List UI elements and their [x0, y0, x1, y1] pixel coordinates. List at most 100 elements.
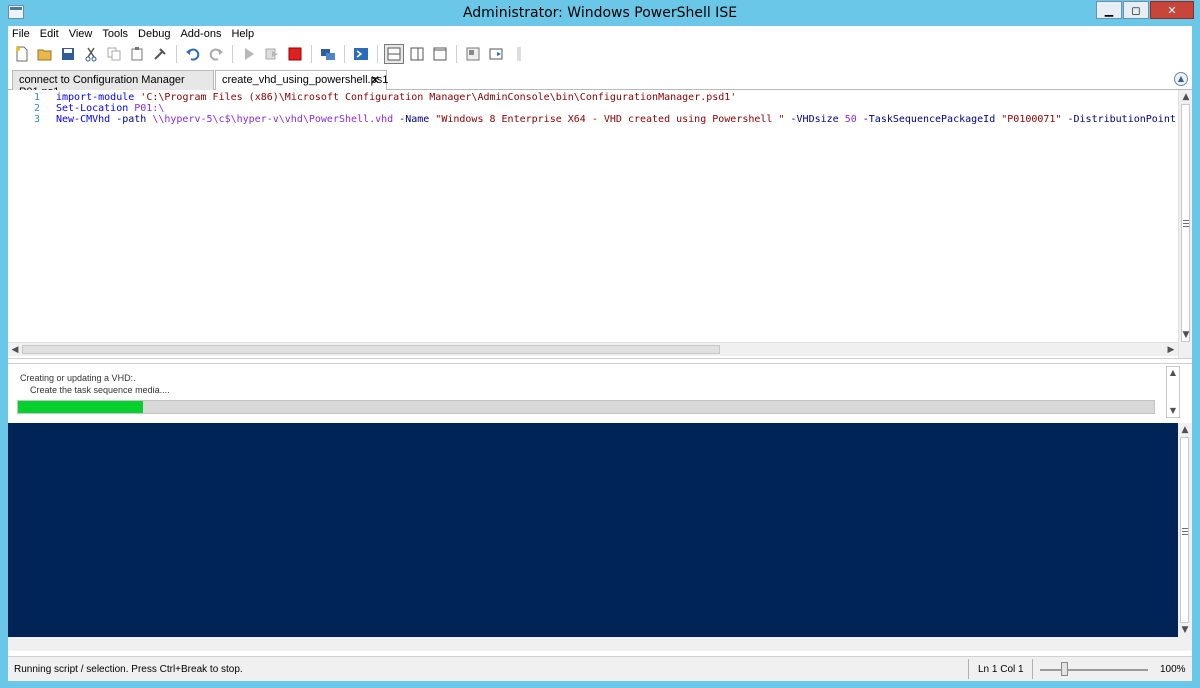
command-token: Set-Location — [56, 103, 129, 114]
run-selection-button[interactable] — [262, 44, 282, 64]
code-area[interactable]: import-module 'C:\Program Files (x86)\Mi… — [56, 90, 1176, 342]
menu-help[interactable]: Help — [231, 28, 254, 40]
collapse-script-pane-icon[interactable]: ▲ — [1174, 72, 1188, 86]
run-script-button[interactable] — [239, 44, 259, 64]
scroll-thumb[interactable] — [22, 345, 720, 354]
command-token: New-CMVhd — [56, 114, 111, 125]
scroll-thumb[interactable] — [1181, 104, 1190, 342]
zoom-slider[interactable] — [1040, 669, 1148, 671]
menu-view[interactable]: View — [69, 28, 93, 40]
open-folder-icon — [37, 49, 52, 61]
line-number-gutter: 1 2 3 — [8, 90, 48, 342]
argument-token: P01:\ — [128, 103, 165, 114]
scroll-thumb[interactable] — [1180, 437, 1189, 623]
scroll-down-icon[interactable]: ▼ — [1179, 328, 1193, 342]
commands-button[interactable] — [463, 44, 483, 64]
layout-max-button[interactable] — [430, 44, 450, 64]
parameter-token: -Name — [393, 114, 430, 125]
ise-client-area: File Edit View Tools Debug Add-ons Help — [8, 26, 1192, 681]
toolbar-separator — [311, 45, 312, 63]
stop-button[interactable] — [285, 44, 305, 64]
menu-tools[interactable]: Tools — [102, 28, 128, 40]
scroll-down-icon[interactable]: ▼ — [1167, 405, 1179, 417]
clear-button[interactable] — [150, 44, 170, 64]
scroll-up-icon[interactable]: ▲ — [1178, 423, 1192, 437]
editor-vertical-scrollbar[interactable]: ▲ ▼ — [1178, 90, 1192, 358]
code-line: import-module 'C:\Program Files (x86)\Mi… — [56, 92, 736, 103]
undo-button[interactable] — [183, 44, 203, 64]
editor-horizontal-scrollbar[interactable]: ◀ ▶ — [8, 342, 1178, 356]
scroll-up-icon[interactable]: ▲ — [1167, 367, 1179, 379]
scroll-right-icon[interactable]: ▶ — [1164, 343, 1178, 357]
scroll-up-icon[interactable]: ▲ — [1179, 90, 1193, 104]
save-icon — [62, 48, 74, 60]
string-token: "Windows 8 Enterprise X64 - VHD created … — [429, 114, 785, 125]
stop-icon — [288, 47, 302, 61]
line-number: 1 — [33, 92, 40, 103]
cursor-position: Ln 1 Col 1 — [978, 664, 1024, 675]
status-message: Running script / selection. Press Ctrl+B… — [14, 664, 243, 675]
grip-line — [1182, 534, 1188, 535]
script-editor[interactable]: 1 2 3 import-module 'C:\Program Files (x… — [8, 90, 1192, 358]
paste-button[interactable] — [127, 44, 147, 64]
copy-button[interactable] — [104, 44, 124, 64]
cut-button[interactable] — [81, 44, 101, 64]
toolbar-overflow-grip[interactable] — [509, 44, 529, 64]
line-number: 3 — [33, 114, 40, 125]
parameter-token: -TaskSequencePackageId — [856, 114, 996, 125]
addon-icon — [489, 48, 503, 60]
progress-pane: Creating or updating a VHD:. Create the … — [8, 364, 1192, 424]
zoom-slider-thumb[interactable] — [1061, 662, 1068, 676]
copy-icon — [107, 47, 121, 61]
minimize-button[interactable]: ▁ — [1096, 1, 1122, 19]
console-vertical-scrollbar[interactable]: ▲ ▼ — [1178, 423, 1192, 637]
addon-button[interactable] — [486, 44, 506, 64]
status-divider — [1032, 659, 1033, 679]
parameter-token: -VHDsize — [784, 114, 839, 125]
new-file-icon — [16, 46, 28, 62]
redo-icon — [209, 48, 223, 61]
layout-right-button[interactable] — [407, 44, 427, 64]
menu-debug[interactable]: Debug — [138, 28, 170, 40]
grip-line — [1182, 531, 1188, 532]
grip-line — [1183, 223, 1189, 224]
close-icon[interactable]: ✕ — [370, 73, 380, 87]
toolbar-separator — [176, 45, 177, 63]
close-button[interactable]: ✕ — [1150, 1, 1194, 19]
toolbar-separator — [377, 45, 378, 63]
toolbar-separator — [344, 45, 345, 63]
layout-top-icon — [387, 47, 401, 61]
commands-icon — [466, 47, 480, 61]
redo-button[interactable] — [206, 44, 226, 64]
tab-connect-config-manager[interactable]: connect to Configuration Manager P01.ps1 — [12, 70, 214, 98]
title-bar[interactable]: Administrator: Windows PowerShell ISE ▁ … — [0, 0, 1200, 26]
save-button[interactable] — [58, 44, 78, 64]
grip-line — [1182, 528, 1188, 529]
progress-bar — [17, 400, 1155, 414]
menu-file[interactable]: File — [12, 28, 30, 40]
layout-top-button[interactable] — [384, 44, 404, 64]
line-number: 2 — [33, 103, 40, 114]
new-file-button[interactable] — [12, 44, 32, 64]
maximize-button[interactable]: ◻ — [1123, 1, 1149, 19]
progress-title: Creating or updating a VHD:. — [20, 373, 136, 383]
window-title: Administrator: Windows PowerShell ISE — [462, 5, 738, 21]
toolbar — [8, 42, 1192, 66]
window-controls: ▁ ◻ ✕ — [1096, 1, 1194, 19]
argument-token: \\hyperv-5\c$\hyper-v\vhd\PowerShell.vhd — [146, 114, 394, 125]
menu-addons[interactable]: Add-ons — [180, 28, 221, 40]
console-pane[interactable]: ▲ ▼ — [8, 423, 1192, 651]
menu-edit[interactable]: Edit — [40, 28, 59, 40]
progress-bar-fill — [18, 401, 143, 413]
console-horizontal-scrollbar[interactable] — [8, 637, 1192, 651]
tab-create-vhd[interactable]: create_vhd_using_powershell.ps1 ✕ — [215, 70, 388, 91]
status-bar: Running script / selection. Press Ctrl+B… — [8, 656, 1192, 681]
scroll-down-icon[interactable]: ▼ — [1178, 623, 1192, 637]
scroll-left-icon[interactable]: ◀ — [8, 343, 22, 357]
remote-session-button[interactable] — [318, 44, 338, 64]
powershell-console-button[interactable] — [351, 44, 371, 64]
parameter-token: -path — [110, 114, 147, 125]
ise-window: Administrator: Windows PowerShell ISE ▁ … — [0, 0, 1200, 688]
progress-scrollbar[interactable]: ▲ ▼ — [1166, 366, 1180, 418]
open-button[interactable] — [35, 44, 55, 64]
